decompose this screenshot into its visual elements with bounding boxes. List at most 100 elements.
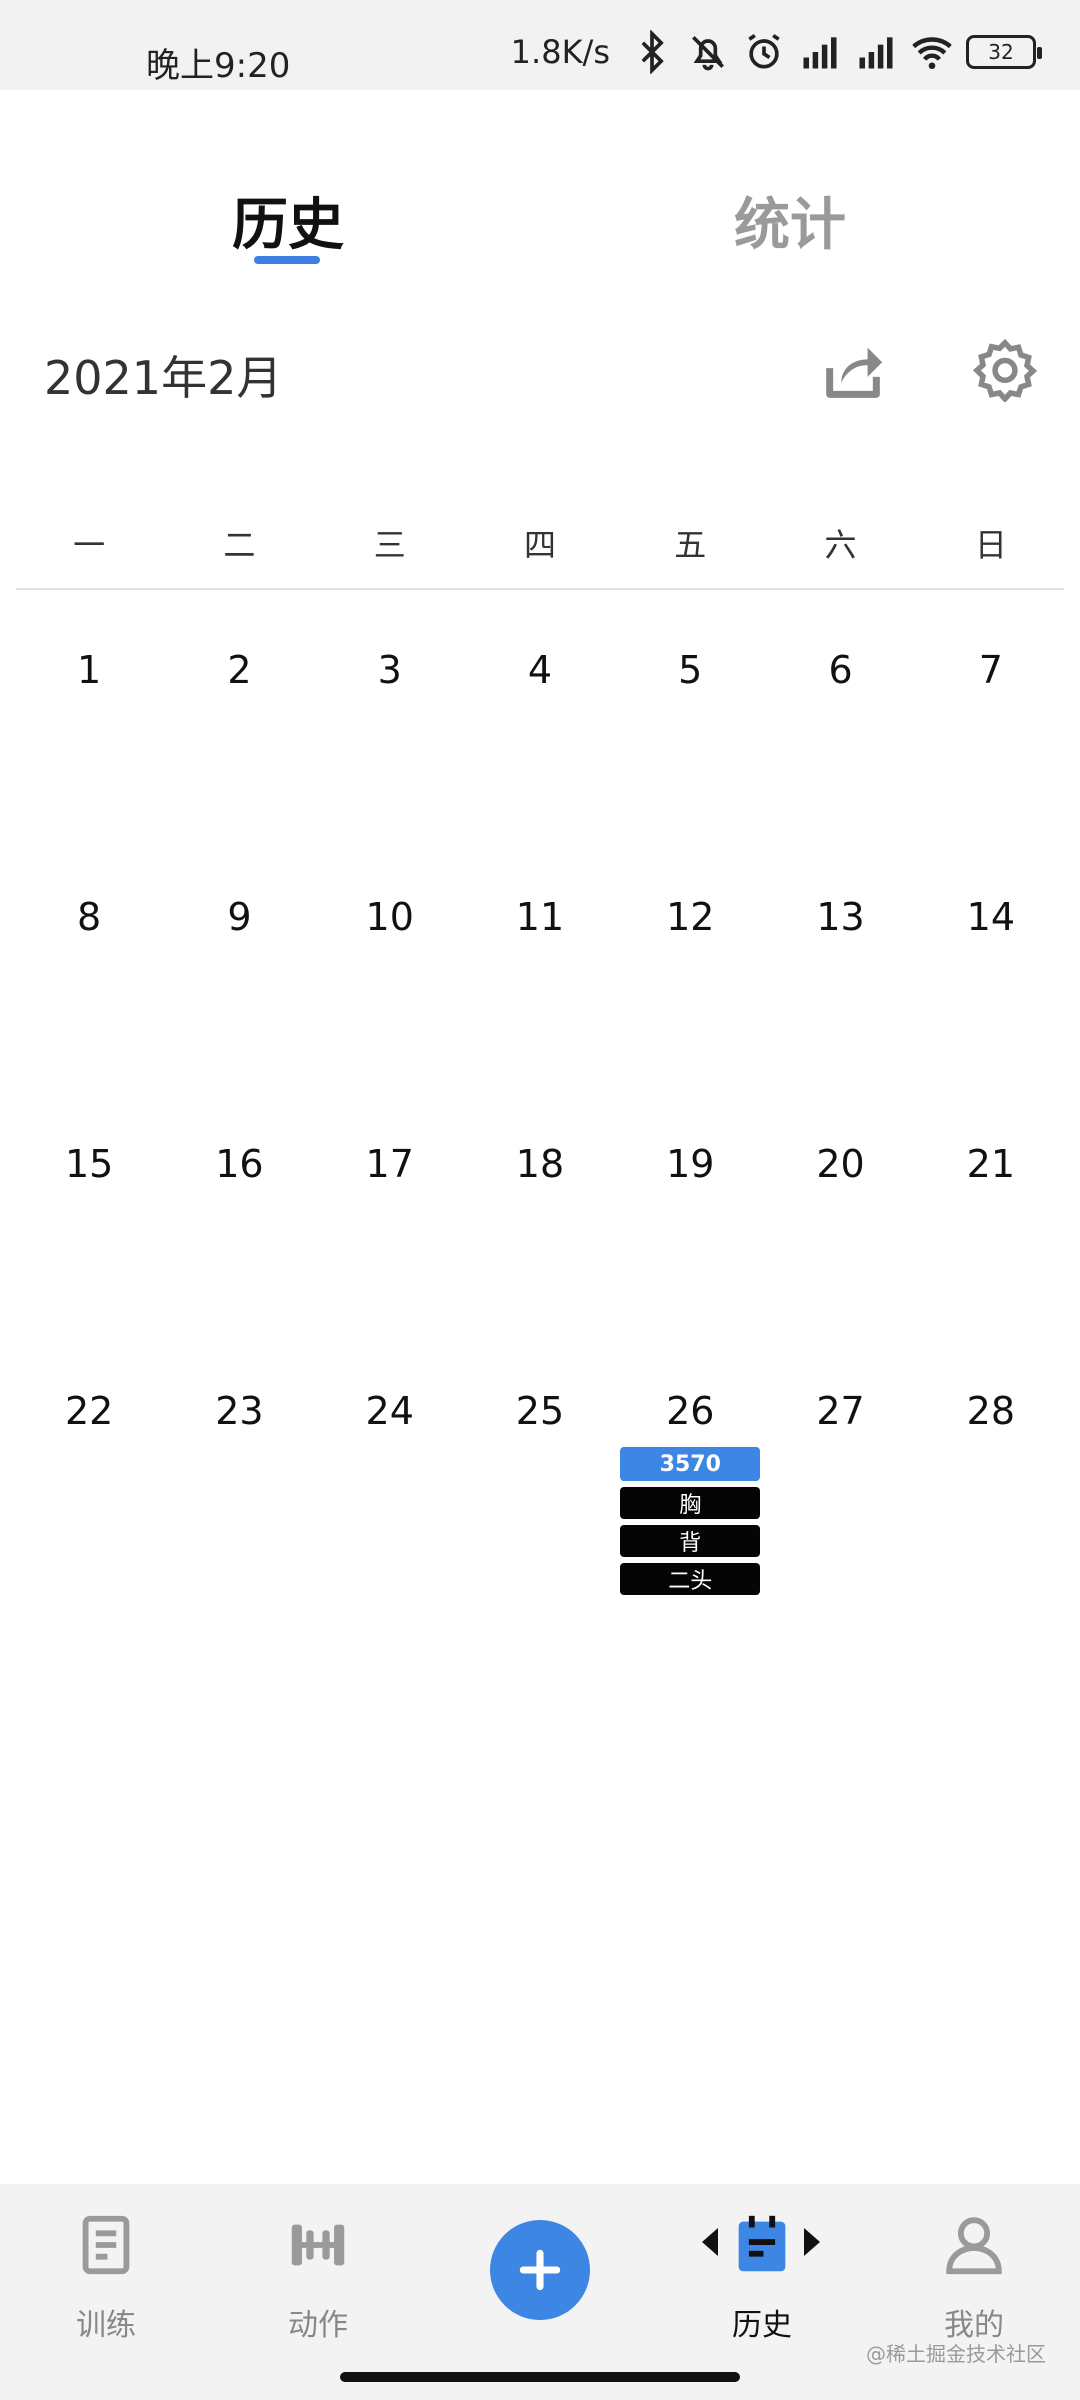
divider (16, 588, 1064, 590)
weekday-label: 三 (373, 526, 406, 564)
calendar-grid: 1 2 3 4 5 6 7 8 9 10 11 12 13 14 15 16 1… (14, 640, 1066, 1628)
nav-item-me[interactable]: 我的 (894, 2210, 1054, 2344)
alarm-icon (748, 33, 780, 69)
day-number: 15 (64, 1142, 114, 1186)
day-number: 1 (77, 648, 102, 692)
calendar-day[interactable]: 2 (164, 640, 314, 887)
day-number: 2 (227, 648, 252, 692)
day-number: 4 (527, 648, 553, 692)
nav-item-training[interactable]: 训练 (26, 2210, 186, 2344)
calendar-day[interactable]: 4 (465, 640, 615, 887)
day-number: 12 (666, 895, 715, 939)
calendar-week: 15 16 17 18 19 20 21 (14, 1134, 1066, 1381)
calendar-day[interactable]: 25 (465, 1381, 615, 1628)
calendar-day[interactable]: 24 (315, 1381, 465, 1628)
calendar-week: 8 9 10 11 12 13 14 (14, 887, 1066, 1134)
day-number: 22 (64, 1389, 114, 1433)
calendar-day[interactable]: 23 (164, 1381, 314, 1628)
bottom-nav: 训练 动作 历史 我的 (0, 2184, 1080, 2400)
day-number: 13 (816, 895, 865, 939)
calendar-week: 22 23 24 25 26 3570 胸 背 二头 27 28 (14, 1381, 1066, 1628)
net-speed: 1.8K/s (510, 33, 610, 71)
day-number: 9 (227, 895, 252, 939)
day-number: 21 (966, 1142, 1015, 1186)
document-icon (82, 2215, 130, 2275)
calendar-day[interactable]: 10 (315, 887, 465, 1134)
day-number: 23 (215, 1389, 264, 1433)
calendar-day[interactable]: 20 (765, 1134, 915, 1381)
weekday-label: 五 (674, 526, 707, 564)
calendar-list-icon (738, 2215, 786, 2272)
day-number: 20 (816, 1142, 865, 1186)
gear-icon[interactable] (972, 336, 1038, 402)
day-number: 8 (77, 895, 102, 939)
day-number: 5 (678, 648, 703, 692)
calendar-day[interactable]: 28 (916, 1381, 1066, 1628)
nav-item-exercises[interactable]: 动作 (238, 2210, 398, 2344)
calendar-day[interactable]: 3 (315, 640, 465, 887)
nav-label: 训练 (76, 2308, 136, 2343)
calendar-day[interactable]: 18 (465, 1134, 615, 1381)
nav-label: 历史 (732, 2308, 792, 2343)
day-number: 10 (365, 895, 414, 939)
month-title[interactable]: 2021年2月 (44, 342, 282, 408)
user-icon (946, 2217, 1002, 2275)
calendar-day[interactable]: 21 (916, 1134, 1066, 1381)
day-number: 3 (377, 648, 402, 692)
tab-history[interactable]: 历史 (232, 180, 344, 261)
day-number: 6 (828, 648, 853, 692)
status-icons: 1.8K/s 32 (510, 30, 1042, 74)
weekday-header: 一 二 三 四 五 六 日 (14, 520, 1066, 566)
calendar-day-with-record[interactable]: 26 3570 胸 背 二头 (615, 1381, 765, 1628)
day-number: 18 (515, 1142, 565, 1186)
bluetooth-icon (641, 30, 664, 74)
calendar-day[interactable]: 6 (765, 640, 915, 887)
weekday-label: 四 (523, 526, 556, 564)
wifi-icon (912, 37, 952, 70)
status-time: 晚上9:20 (146, 46, 291, 86)
signal-icon (859, 37, 893, 69)
day-number: 16 (215, 1142, 264, 1186)
day-number: 11 (515, 895, 565, 939)
day-number: 27 (816, 1389, 865, 1433)
status-bar: 晚上9:20 1.8K/s 32 (0, 0, 1080, 90)
add-button[interactable] (490, 2220, 590, 2320)
workout-volume-badge: 3570 (620, 1447, 761, 1481)
dumbbell-icon (291, 2224, 345, 2266)
home-indicator[interactable] (340, 2372, 740, 2382)
calendar-day[interactable]: 17 (315, 1134, 465, 1381)
nav-item-history[interactable]: 历史 (682, 2210, 842, 2344)
calendar-day[interactable]: 5 (615, 640, 765, 887)
weekday-label: 六 (824, 526, 857, 564)
calendar-day[interactable]: 27 (765, 1381, 915, 1628)
watermark: @稀土掘金技术社区 (866, 2342, 1046, 2366)
weekday-label: 二 (223, 526, 256, 564)
day-number: 26 (666, 1389, 715, 1433)
calendar-day[interactable]: 11 (465, 887, 615, 1134)
weekday-label: 日 (974, 526, 1007, 564)
tab-statistics[interactable]: 统计 (734, 180, 846, 261)
calendar-day[interactable]: 15 (14, 1134, 164, 1381)
calendar-day[interactable]: 14 (916, 887, 1066, 1134)
share-icon[interactable] (818, 336, 888, 406)
muscle-tag: 二头 (620, 1563, 761, 1595)
calendar-day[interactable]: 9 (164, 887, 314, 1134)
day-number: 19 (666, 1142, 715, 1186)
muscle-tag: 胸 (620, 1487, 761, 1519)
hd-signal-icon (803, 37, 837, 69)
nav-label: 动作 (288, 2308, 348, 2343)
calendar-day[interactable]: 13 (765, 887, 915, 1134)
calendar-day[interactable]: 16 (164, 1134, 314, 1381)
calendar-day[interactable]: 1 (14, 640, 164, 887)
mute-icon (692, 36, 724, 71)
day-number: 17 (365, 1142, 414, 1186)
calendar-day[interactable]: 8 (14, 887, 164, 1134)
day-number: 24 (365, 1389, 414, 1433)
calendar-day[interactable]: 12 (615, 887, 765, 1134)
calendar-day[interactable]: 19 (615, 1134, 765, 1381)
workout-records: 3570 胸 背 二头 (615, 1447, 765, 1595)
top-tabs: 历史 统计 (0, 160, 1080, 280)
calendar-day[interactable]: 7 (916, 640, 1066, 887)
calendar-day[interactable]: 22 (14, 1381, 164, 1628)
day-number: 7 (978, 648, 1003, 692)
